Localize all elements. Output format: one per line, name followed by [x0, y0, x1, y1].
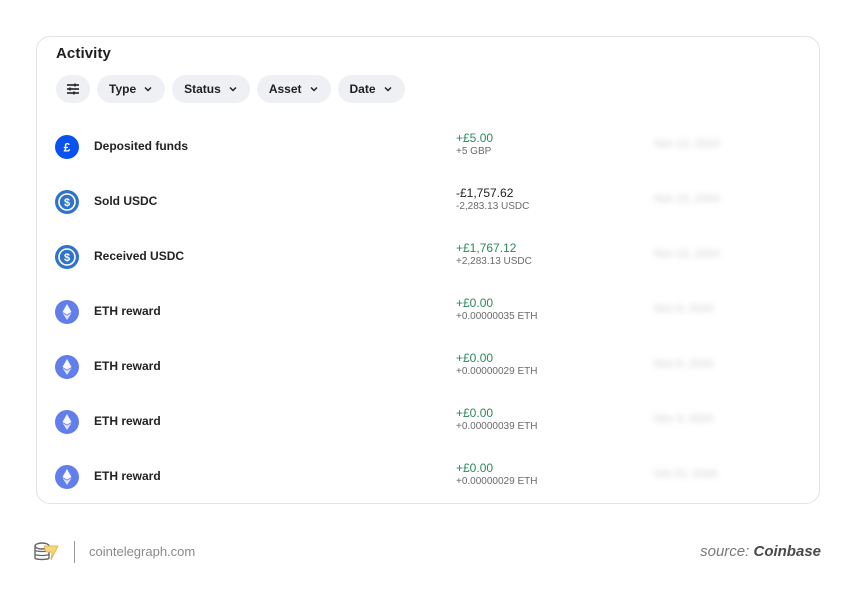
filter-status-dropdown[interactable]: Status: [172, 75, 250, 103]
chevron-down-icon: [309, 86, 318, 92]
transaction-crypto-amount: +0.00000039 ETH: [456, 421, 538, 432]
transaction-date: Oct 31, 2024: [654, 468, 717, 480]
source-prefix: source:: [700, 543, 750, 560]
transaction-amount: +£1,767.12: [456, 241, 517, 255]
filter-settings-button[interactable]: [56, 75, 90, 103]
svg-text:£: £: [64, 141, 71, 155]
activity-title: Activity: [56, 45, 111, 62]
eth-icon: [55, 355, 79, 379]
source-name: Coinbase: [753, 543, 821, 560]
eth-icon: [55, 410, 79, 434]
chevron-down-icon: [144, 86, 152, 92]
transaction-amount: +£0.00: [456, 461, 494, 475]
transaction-date: Nov 12, 2024: [654, 248, 720, 260]
filter-asset-dropdown[interactable]: Asset: [256, 75, 331, 103]
chevron-down-icon: [383, 86, 392, 92]
eth-icon: [55, 300, 79, 324]
sliders-icon: [67, 83, 79, 95]
transaction-crypto-amount: +0.00000035 ETH: [456, 311, 538, 322]
transaction-crypto-amount: +5 GBP: [456, 146, 492, 157]
transaction-amount: +£0.00: [456, 351, 494, 365]
filter-label: Type: [109, 82, 137, 96]
usdc-icon: $: [55, 245, 79, 269]
transaction-date: Nov 6, 2024: [654, 358, 714, 370]
transaction-label: Received USDC: [94, 249, 185, 263]
filter-label: Date: [349, 82, 376, 96]
transaction-label: ETH reward: [94, 304, 161, 318]
transaction-row[interactable]: £ Deposited funds +£5.00 +5 GBP Nov 12, 2024: [37, 131, 819, 190]
transaction-row[interactable]: $ Received USDC +£1,767.12 +2,283.13 USDC No…: [37, 241, 819, 300]
transaction-row[interactable]: ETH reward +£0.00 +0.00000039 ETH Nov 3, 20…: [37, 406, 819, 465]
filter-type-dropdown[interactable]: Type: [97, 75, 166, 103]
transaction-row[interactable]: ETH reward +£0.00 +0.00000035 ETH Nov 9, 20…: [37, 296, 819, 355]
transaction-amount: +£5.00: [456, 131, 494, 145]
transaction-amount: +£0.00: [456, 406, 494, 420]
svg-text:$: $: [64, 252, 70, 264]
cointelegraph-logo-icon: [34, 542, 59, 561]
filter-label: Asset: [268, 82, 302, 96]
filter-bar: Type Status Asset Date: [56, 75, 405, 103]
gbp-icon: £: [55, 135, 79, 159]
transaction-amount: -£1,757.62: [456, 186, 514, 200]
filter-date-dropdown[interactable]: Date: [337, 75, 405, 103]
activity-card: Activity Type Status Asset Date £ Deposi…: [36, 36, 820, 504]
eth-icon: [55, 465, 79, 489]
transaction-label: ETH reward: [94, 414, 161, 428]
transaction-crypto-amount: +2,283.13 USDC: [456, 256, 532, 267]
transaction-label: ETH reward: [94, 359, 161, 373]
transaction-date: Nov 9, 2024: [654, 303, 714, 315]
transaction-crypto-amount: -2,283.13 USDC: [456, 201, 530, 212]
transaction-label: ETH reward: [94, 469, 161, 483]
transaction-row[interactable]: $ Sold USDC -£1,757.62 -2,283.13 USDC Nov 12…: [37, 186, 819, 245]
source-credit: source: Coinbase: [700, 543, 821, 560]
svg-text:$: $: [64, 197, 70, 209]
transaction-row[interactable]: ETH reward +£0.00 +0.00000029 ETH Nov 6, 20…: [37, 351, 819, 410]
transaction-crypto-amount: +0.00000029 ETH: [456, 476, 538, 487]
chevron-down-icon: [229, 86, 237, 92]
transaction-date: Nov 3, 2024: [654, 413, 714, 425]
footer-site: cointelegraph.com: [89, 544, 196, 559]
footer-divider: [74, 541, 75, 563]
transaction-crypto-amount: +0.00000029 ETH: [456, 366, 538, 377]
transaction-row[interactable]: ETH reward +£0.00 +0.00000029 ETH Oct 31, 2…: [37, 461, 819, 520]
transaction-amount: +£0.00: [456, 296, 494, 310]
transaction-label: Deposited funds: [94, 139, 189, 153]
filter-label: Status: [184, 82, 221, 96]
transaction-date: Nov 12, 2024: [654, 138, 720, 150]
usdc-icon: $: [55, 190, 79, 214]
transaction-label: Sold USDC: [94, 194, 158, 208]
transaction-date: Nov 12, 2024: [654, 193, 720, 205]
